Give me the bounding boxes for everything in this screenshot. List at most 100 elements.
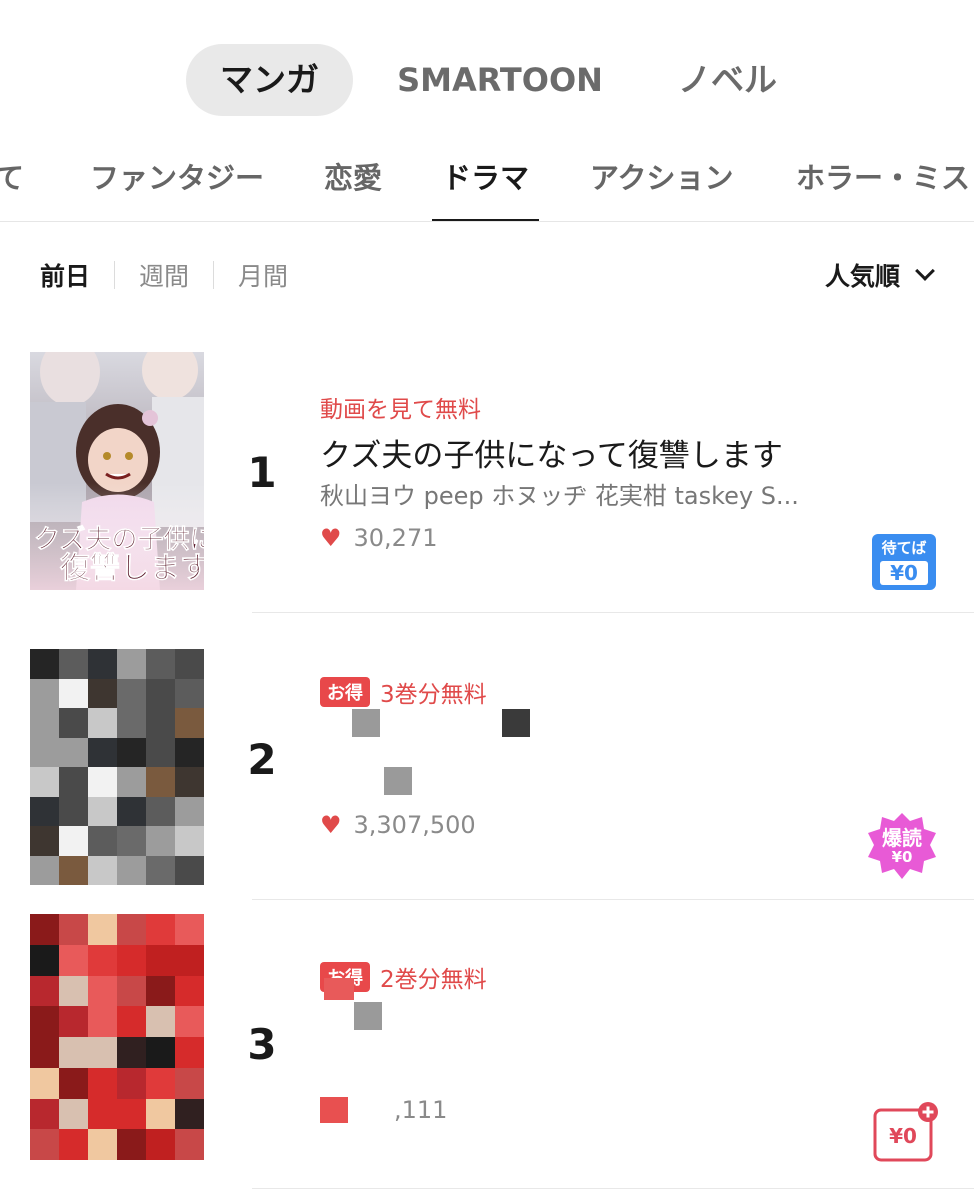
mosaic-tile xyxy=(146,914,175,945)
period-weekly[interactable]: 週間 xyxy=(139,257,189,293)
mosaic-tile xyxy=(117,767,146,797)
promo-text: お得 3巻分無料 xyxy=(320,675,487,709)
genre-tabs: て ファンタジー 恋愛 ドラマ アクション ホラー・ミス xyxy=(0,140,974,222)
mosaic-tile xyxy=(88,1098,117,1130)
tab-novel[interactable]: ノベル xyxy=(660,44,795,116)
mosaic-tile xyxy=(88,1006,117,1037)
chevron-down-icon xyxy=(915,261,935,281)
mosaic-tile xyxy=(30,826,59,856)
ranking-item[interactable]: 3 お得 2巻分無料 ,111 ¥0 xyxy=(0,900,974,1188)
mosaic-tile xyxy=(59,975,88,1007)
mosaic-tile xyxy=(175,944,204,976)
cover-image[interactable] xyxy=(30,649,204,885)
mosaic-tile xyxy=(59,767,88,797)
genre-tab-romance[interactable]: 恋愛 xyxy=(324,140,382,221)
cover-image[interactable] xyxy=(30,914,204,1160)
mosaic-tile xyxy=(146,708,175,738)
genre-tab-action[interactable]: アクション xyxy=(590,140,734,221)
mosaic-tile xyxy=(30,944,59,976)
mosaic-tile xyxy=(175,737,204,767)
mosaic-tile xyxy=(30,1037,59,1068)
mosaic-tile xyxy=(146,826,175,856)
mosaic-tile xyxy=(59,1129,88,1160)
mosaic-tile xyxy=(30,767,59,797)
mosaic-tile xyxy=(117,975,146,1007)
mosaic-tile xyxy=(30,1098,59,1130)
wait-free-badge: 待てば ¥0 xyxy=(872,534,936,590)
pixelated-cover xyxy=(30,649,204,885)
mosaic-tile xyxy=(117,826,146,856)
mosaic-tile xyxy=(175,708,204,738)
mosaic-tile xyxy=(59,1037,88,1068)
mosaic-tile xyxy=(88,1129,117,1160)
svg-text:復讐します: 復讐します xyxy=(59,551,204,586)
divider xyxy=(213,261,215,289)
mosaic-tile xyxy=(117,855,146,885)
promo-text: 動画を見て無料 xyxy=(320,390,481,424)
mosaic-tile xyxy=(146,1129,175,1160)
mosaic-tile xyxy=(175,796,204,826)
cover-image[interactable]: クズ夫の子供になって 復讐します xyxy=(30,352,204,590)
mosaic-tile xyxy=(88,914,117,945)
likes: ,111 xyxy=(320,1096,447,1124)
tab-smartoon[interactable]: SMARTOON xyxy=(380,44,620,116)
heart-icon: ♥ xyxy=(320,524,342,552)
cover-art: クズ夫の子供になって 復讐します xyxy=(30,352,204,590)
mosaic-tile xyxy=(175,1129,204,1160)
mosaic-tile xyxy=(175,1037,204,1068)
bakudoku-badge: 爆読 ¥0 xyxy=(866,811,938,881)
mosaic-tile xyxy=(146,649,175,679)
mosaic-tile xyxy=(59,855,88,885)
mosaic-tile xyxy=(146,1006,175,1037)
mosaic-tile xyxy=(30,914,59,945)
mosaic-tile xyxy=(30,796,59,826)
badge-line1: 爆読 xyxy=(882,826,922,850)
mosaic-tile xyxy=(146,767,175,797)
period-daily[interactable]: 前日 xyxy=(40,257,90,293)
ranking-item[interactable]: 2 お得 3巻分無料 ♥ 3,307,500 爆読 ¥0 xyxy=(0,613,974,899)
mosaic-tile xyxy=(88,1037,117,1068)
mosaic-tile xyxy=(175,767,204,797)
mosaic-tile xyxy=(30,855,59,885)
mosaic-tile xyxy=(175,649,204,679)
period-monthly[interactable]: 月間 xyxy=(238,257,288,293)
free-plus-badge: ¥0 xyxy=(872,1102,938,1162)
mosaic-tile xyxy=(30,708,59,738)
mosaic-tile xyxy=(117,1067,146,1099)
ranking-item[interactable]: クズ夫の子供になって 復讐します 1 動画を見て無料 クズ夫の子供になって復讐し… xyxy=(0,350,974,612)
mosaic-tile xyxy=(30,1129,59,1160)
mosaic-tile xyxy=(146,1037,175,1068)
mosaic-tile xyxy=(59,1006,88,1037)
mosaic-tile xyxy=(59,649,88,679)
mosaic-tile xyxy=(117,944,146,976)
genre-tab-fantasy[interactable]: ファンタジー xyxy=(90,140,264,221)
genre-tab-prev[interactable]: て xyxy=(0,140,24,221)
mosaic-tile xyxy=(59,796,88,826)
tab-manga[interactable]: マンガ xyxy=(186,44,353,116)
censored-title xyxy=(354,1002,382,1030)
mosaic-tile xyxy=(88,975,117,1007)
mosaic-tile xyxy=(146,975,175,1007)
censored-title xyxy=(352,709,380,737)
mosaic-tile xyxy=(88,855,117,885)
mosaic-tile xyxy=(146,796,175,826)
mosaic-tile xyxy=(117,649,146,679)
likes-count: ,111 xyxy=(394,1096,448,1124)
mosaic-tile xyxy=(146,678,175,708)
mosaic-tile xyxy=(117,914,146,945)
mosaic-tile xyxy=(117,1037,146,1068)
rank-number: 2 xyxy=(247,735,277,784)
mosaic-tile xyxy=(175,1098,204,1130)
mosaic-tile xyxy=(117,1098,146,1130)
mosaic-tile xyxy=(175,914,204,945)
mosaic-tile xyxy=(59,708,88,738)
promo-label: 動画を見て無料 xyxy=(320,397,481,423)
genre-tab-drama[interactable]: ドラマ xyxy=(432,140,540,221)
mosaic-tile xyxy=(88,708,117,738)
censored-title xyxy=(324,978,354,1000)
title[interactable]: クズ夫の子供になって復讐します xyxy=(320,430,783,475)
genre-tab-horror-mystery[interactable]: ホラー・ミス xyxy=(796,140,970,221)
sort-dropdown[interactable]: 人気順 xyxy=(825,255,935,295)
mosaic-tile xyxy=(146,944,175,976)
mosaic-tile xyxy=(146,855,175,885)
